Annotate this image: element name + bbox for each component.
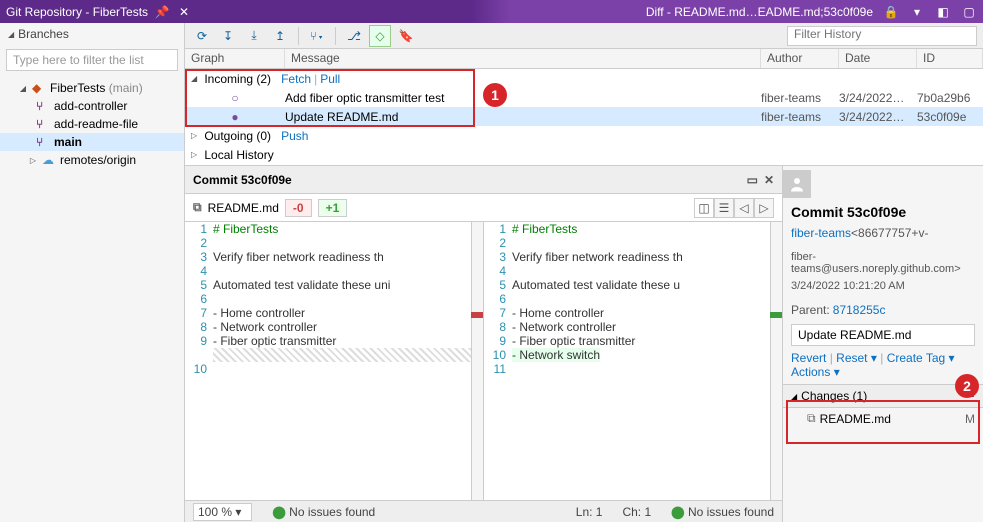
revert-link[interactable]: Revert	[791, 351, 826, 365]
window-title: Git Repository - FiberTests	[6, 5, 148, 19]
pull-icon[interactable]: ⤓	[243, 25, 265, 47]
remotes-node[interactable]: ▷☁remotes/origin	[0, 151, 184, 169]
branch-icon: ⑂	[36, 135, 50, 149]
branch-item-main[interactable]: ⑂main	[0, 133, 184, 151]
branch-icon: ⑂	[36, 117, 50, 131]
actions-link[interactable]: Actions ▾	[791, 365, 840, 379]
view-prev[interactable]: ◁	[734, 198, 754, 218]
col-id[interactable]: ID	[917, 49, 983, 68]
commit-header: Commit 53c0f09e ▭ ✕	[185, 166, 782, 194]
commit-msg: Update README.md	[285, 110, 761, 124]
pin-icon[interactable]: 📌	[154, 4, 170, 20]
details-header: Commit 53c0f09e	[783, 198, 983, 226]
commit-message-box[interactable]: Update README.md	[791, 324, 975, 346]
chevron-down-icon[interactable]: ▾	[909, 4, 925, 20]
push-icon[interactable]: ↥	[269, 25, 291, 47]
branch-filter-input[interactable]: Type here to filter the list	[6, 49, 178, 71]
branch-item-add-controller[interactable]: ⑂add-controller	[0, 97, 184, 115]
commit-row[interactable]: ○ Add fiber optic transmitter test fiber…	[185, 88, 983, 107]
file-header: ⧉ README.md -0 +1 ◫ ☰ ◁ ▷	[185, 194, 782, 222]
commit-row-selected[interactable]: ● Update README.md fiber-teams 3/24/2022…	[185, 107, 983, 126]
callout-badge-2: 2	[955, 374, 979, 398]
outgoing-group[interactable]: ▷ Outgoing (0) Push	[185, 126, 983, 145]
create-tag-link[interactable]: Create Tag ▾	[887, 351, 955, 365]
local-history-group[interactable]: ▷ Local History	[185, 145, 983, 164]
pull-link[interactable]: Pull	[320, 72, 340, 86]
diff-pane-left[interactable]: 1# FiberTests 2 3Verify fiber network re…	[185, 222, 484, 500]
history-list: ◢ Incoming (2) Fetch|Pull ○ Add fiber op…	[185, 69, 983, 165]
tag-icon[interactable]: 🔖	[395, 25, 417, 47]
cursor-line: Ln: 1	[576, 505, 603, 519]
branch-icon: ⑂	[36, 99, 50, 113]
close-tab-icon[interactable]: ✕	[176, 4, 192, 20]
change-type: M	[965, 412, 975, 426]
graph-toggle-icon[interactable]: ⎇	[343, 25, 365, 47]
push-link[interactable]: Push	[281, 129, 308, 143]
reset-link[interactable]: Reset ▾	[836, 351, 877, 365]
branch-item-add-readme[interactable]: ⑂add-readme-file	[0, 115, 184, 133]
compare-icon: ⧉	[193, 200, 202, 215]
filter-history-input[interactable]	[787, 26, 977, 46]
changed-file-row[interactable]: ⧉ README.md M	[783, 408, 983, 429]
col-author[interactable]: Author	[761, 49, 839, 68]
fetch-icon[interactable]: ↧	[217, 25, 239, 47]
additions-badge: +1	[318, 199, 348, 217]
branch-icon-btn[interactable]: ⑂▾	[306, 25, 328, 47]
win-max-icon[interactable]: ▢	[961, 4, 977, 20]
col-message[interactable]: Message	[285, 49, 761, 68]
cursor-col: Ch: 1	[622, 505, 651, 519]
repo-root[interactable]: ◢ ◆ FiberTests (main)	[0, 79, 184, 97]
incoming-group[interactable]: ◢ Incoming (2) Fetch|Pull	[185, 69, 983, 88]
highlight-icon[interactable]: ◇	[369, 25, 391, 47]
diff-title: Diff - README.md…EADME.md;53c0f09e	[646, 5, 873, 19]
history-columns: Graph Message Author Date ID	[185, 49, 983, 69]
view-side-by-side[interactable]: ◫	[694, 198, 714, 218]
compare-icon: ⧉	[807, 411, 816, 426]
history-toolbar: ⟳ ↧ ⤓ ↥ ⑂▾ ⎇ ◇ 🔖	[185, 23, 983, 49]
deletions-badge: -0	[285, 199, 312, 217]
col-date[interactable]: Date	[839, 49, 917, 68]
git-icon: ◆	[32, 81, 46, 95]
view-inline[interactable]: ☰	[714, 198, 734, 218]
branches-header[interactable]: Branches	[0, 23, 184, 45]
close-icon[interactable]: ✕	[764, 173, 774, 187]
status-bar: 100 % ▾ ⬤ No issues found Ln: 1 Ch: 1 ⬤ …	[185, 500, 782, 522]
branches-panel: Branches Type here to filter the list ◢ …	[0, 23, 185, 522]
changes-header[interactable]: ◢Changes (1) ⋯	[783, 384, 983, 408]
author-email: fiber-teams@users.noreply.github.com>	[783, 251, 983, 280]
fetch-link[interactable]: Fetch	[281, 72, 311, 86]
author-link[interactable]: fiber-teams	[791, 226, 851, 240]
lock-icon: 🔒	[883, 4, 899, 20]
issues-status: No issues found	[289, 505, 375, 519]
callout-badge-1: 1	[483, 83, 507, 107]
title-bar: Git Repository - FiberTests 📌 ✕ Diff - R…	[0, 0, 983, 23]
commit-msg: Add fiber optic transmitter test	[285, 91, 761, 105]
avatar	[783, 170, 811, 198]
graph-node: ●	[185, 110, 285, 124]
diff-pane-right[interactable]: 1# FiberTests 2 3Verify fiber network re…	[484, 222, 782, 500]
minimize-icon[interactable]: ▭	[747, 173, 758, 187]
file-name: README.md	[208, 201, 279, 215]
cloud-icon: ☁	[42, 153, 56, 167]
col-graph[interactable]: Graph	[185, 49, 285, 68]
parent-link[interactable]: 8718255c	[833, 303, 886, 317]
graph-node: ○	[185, 91, 285, 105]
commit-details-panel: Commit 53c0f09e fiber-teams<86677757+v- …	[783, 166, 983, 522]
popout-icon[interactable]: ◧	[935, 4, 951, 20]
zoom-select[interactable]: 100 % ▾	[193, 503, 252, 521]
refresh-icon[interactable]: ⟳	[191, 25, 213, 47]
view-next[interactable]: ▷	[754, 198, 774, 218]
commit-timestamp: 3/24/2022 10:21:20 AM	[783, 280, 983, 297]
